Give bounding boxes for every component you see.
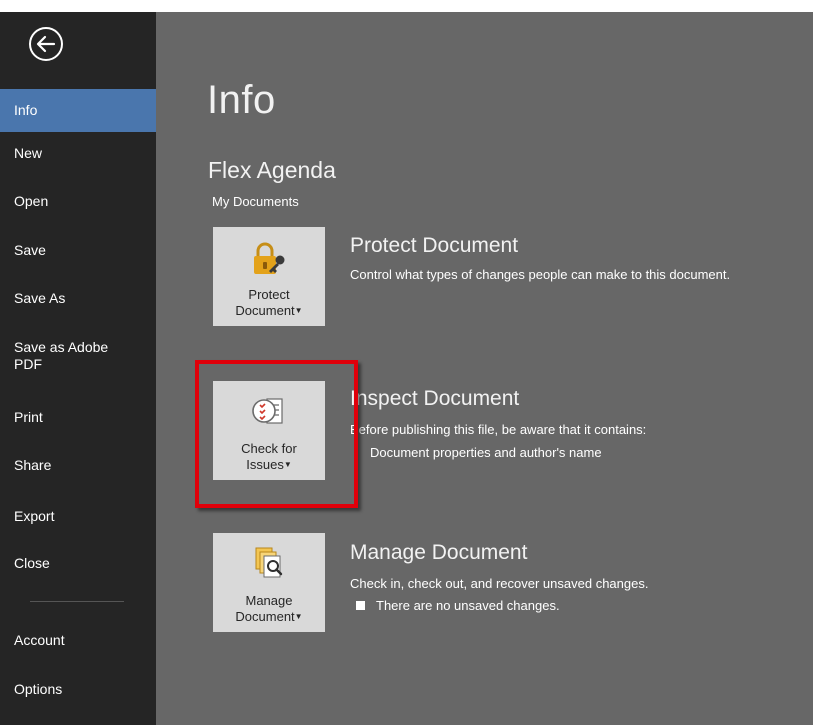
nav-item-options[interactable]: Options	[0, 681, 156, 698]
nav-item-open[interactable]: Open	[0, 193, 156, 210]
page-title: Info	[207, 78, 276, 122]
manage-document-label-line1: Manage	[245, 593, 293, 608]
inspect-document-bullet: Document properties and author's name	[370, 445, 602, 460]
protect-document-label-line1: Protect	[248, 287, 290, 302]
nav-item-print[interactable]: Print	[0, 409, 156, 426]
document-status-icon	[356, 601, 365, 610]
nav-item-save[interactable]: Save	[0, 242, 156, 259]
manage-document-description: Check in, check out, and recover unsaved…	[350, 576, 649, 591]
nav-item-save-as[interactable]: Save As	[0, 290, 156, 307]
nav-item-new[interactable]: New	[0, 145, 156, 162]
nav-item-info[interactable]: Info	[0, 89, 156, 132]
manage-document-label-line2: Document▼	[235, 609, 303, 624]
document-location: My Documents	[212, 194, 299, 209]
nav-item-close[interactable]: Close	[0, 555, 156, 572]
protect-document-heading: Protect Document	[350, 234, 519, 257]
manage-document-button[interactable]: Manage Document▼	[213, 533, 325, 632]
inspect-document-heading: I​nspect Document	[350, 387, 520, 410]
nav-item-share[interactable]: Share	[0, 457, 156, 474]
nav-item-save-as-adobe-pdf[interactable]: Save as Adobe PDF	[0, 339, 140, 373]
document-name: Flex Agenda	[208, 157, 336, 183]
protect-document-button[interactable]: Protect Document▼	[213, 227, 325, 326]
manage-document-search-icon	[255, 547, 283, 578]
dropdown-caret-icon: ▼	[294, 306, 303, 315]
protect-document-label-line2: Document▼	[235, 303, 303, 318]
protect-document-description: Control what types of changes people can…	[350, 267, 731, 282]
nav-item-export[interactable]: Export	[0, 508, 156, 525]
back-arrow-icon	[29, 27, 63, 61]
backstage-sidebar: Info New Open Save Save As Save as Adobe…	[0, 12, 156, 725]
manage-document-heading: Manage Document	[350, 541, 528, 564]
lock-key-icon	[254, 242, 285, 274]
manage-document-bullet: There are no unsaved changes.	[376, 598, 560, 613]
inspect-document-description: B​efore publishing this file, be aware t…	[350, 422, 647, 437]
back-button[interactable]	[28, 26, 64, 62]
nav-item-account[interactable]: Account	[0, 632, 156, 649]
dropdown-caret-icon: ▼	[294, 612, 303, 621]
check-for-issues-highlight	[195, 360, 358, 508]
top-strip	[0, 0, 813, 12]
nav-divider	[30, 601, 124, 602]
